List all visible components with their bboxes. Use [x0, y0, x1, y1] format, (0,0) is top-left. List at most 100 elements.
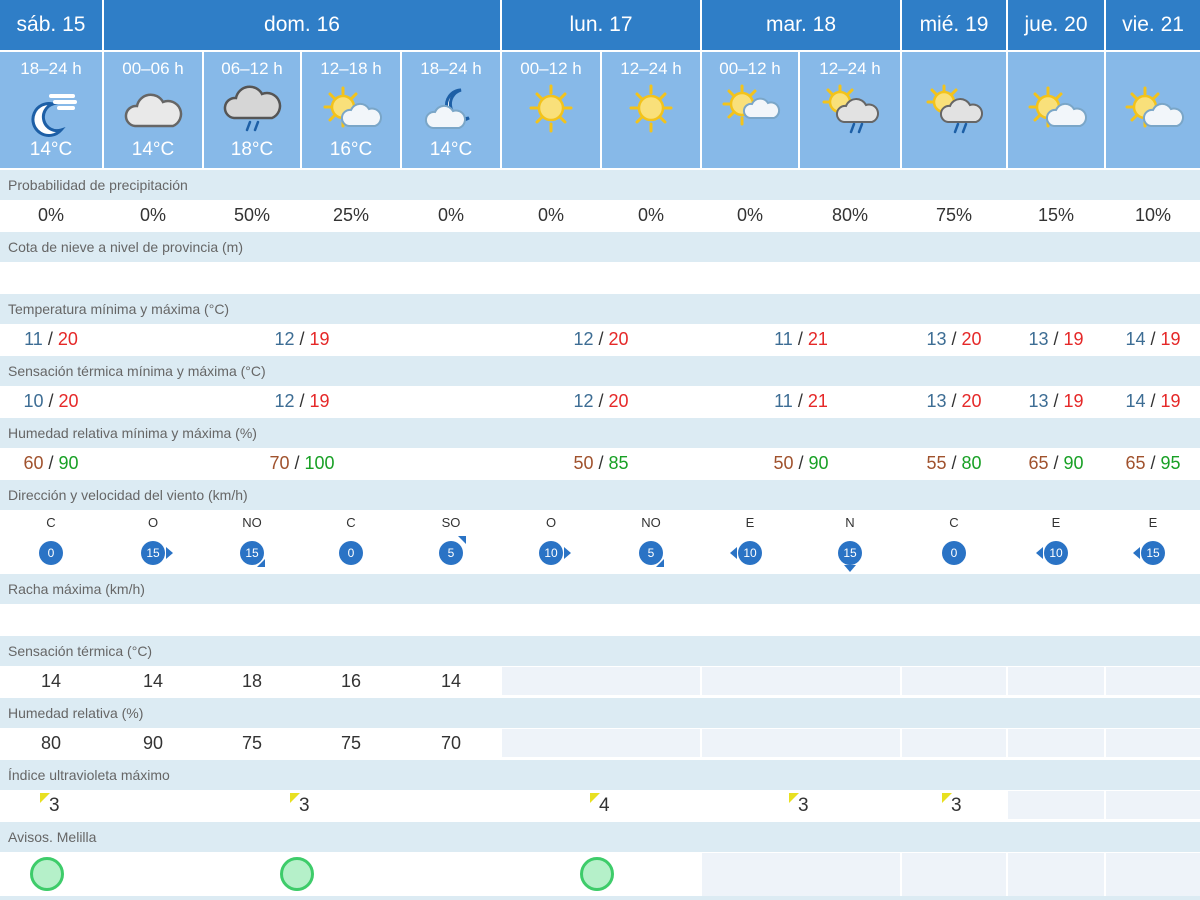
snow-cell [702, 263, 798, 291]
row-label-band: Dirección y velocidad del viento (km/h) [0, 480, 1200, 510]
feels-minmax-cell: 12 / 19 [104, 387, 500, 415]
hum-min: 65 [1125, 452, 1146, 473]
temp-minmax-cell: 11 / 20 [0, 325, 102, 353]
day-header: mié. 19 [902, 0, 1006, 50]
wind-direction: NO [641, 515, 661, 530]
hum-minmax-cell: 55 / 80 [902, 449, 1006, 477]
snow-cell [800, 263, 900, 291]
snow-cell [1008, 263, 1104, 291]
warning-green-icon[interactable] [580, 857, 614, 891]
hum-minmax-cell: 65 / 90 [1008, 449, 1104, 477]
warning-green-icon[interactable] [280, 857, 314, 891]
gust-cell [402, 605, 500, 633]
gust-cell [1106, 605, 1200, 633]
sun-icon [619, 82, 683, 138]
period-time: 00–12 h [719, 59, 781, 78]
wind-direction: N [845, 515, 855, 530]
row-label-band: Cota de nieve a nivel de provincia (m) [0, 232, 1200, 262]
uv-value: 3 [49, 795, 60, 816]
wind-speed-badge: 5 [439, 541, 463, 565]
row-label-band: Humedad relativa mínima y máxima (%) [0, 418, 1200, 448]
hum-period-cell: 70 [402, 729, 500, 757]
period-time: 12–24 h [620, 59, 682, 78]
sun-icon [519, 82, 583, 138]
hum-max: 90 [1063, 452, 1084, 473]
empty-cell [702, 729, 900, 757]
wind-cell: C 0 [302, 511, 400, 573]
gust-cell [502, 605, 600, 633]
precip-cell: 50% [204, 201, 300, 229]
wind-cell: O 10 [502, 511, 600, 573]
hum-minmax-cell: 60 / 90 [0, 449, 102, 477]
wind-cell: E 10 [1008, 511, 1104, 573]
empty-cell [1008, 729, 1104, 757]
moon-cloud-icon [419, 82, 483, 138]
period-temp: 14°C [429, 139, 473, 160]
warning-green-icon[interactable] [30, 857, 64, 891]
temp-minmax-cell: 13 / 19 [1008, 325, 1104, 353]
temp-min: 11 [774, 328, 793, 349]
day-header: vie. 21 [1106, 0, 1200, 50]
gust-cell [204, 605, 300, 633]
temp-max: 19 [1160, 328, 1181, 349]
row-label-band: Sensación térmica mínima y máxima (°C) [0, 356, 1200, 386]
hum-max: 85 [608, 452, 629, 473]
period-temp: 14°C [29, 139, 73, 160]
row-label: Sensación térmica (°C) [8, 643, 153, 659]
snow-cell [602, 263, 700, 291]
wind-speed-badge: 10 [738, 541, 762, 565]
period-header [1106, 52, 1200, 168]
temp-max: 20 [57, 328, 78, 349]
row-label-band: Temperatura mínima y máxima (°C) [0, 294, 1200, 324]
row-label: Cota de nieve a nivel de provincia (m) [8, 239, 244, 255]
row-label-band: Avisos. Melilla [0, 822, 1200, 852]
feels-max: 19 [1063, 390, 1084, 411]
empty-cell [902, 729, 1006, 757]
hum-minmax-cell: 65 / 95 [1106, 449, 1200, 477]
day-header: dom. 16 [104, 0, 500, 50]
feels-max: 20 [961, 390, 982, 411]
sun-cloud-icon [319, 82, 383, 138]
wind-speed-badge: 15 [838, 541, 862, 565]
wind-cell: C 0 [902, 511, 1006, 573]
snow-cell [502, 263, 600, 291]
period-time: 18–24 h [420, 59, 482, 78]
wind-cell: NO 15 [204, 511, 300, 573]
temp-min: 14 [1125, 328, 1146, 349]
feels-min: 13 [1028, 390, 1049, 411]
period-time: 18–24 h [20, 59, 82, 78]
hum-min: 55 [926, 452, 947, 473]
hum-min: 65 [1028, 452, 1049, 473]
sun-cloud-icon [1121, 82, 1185, 138]
period-header: 12–24 h [602, 52, 700, 168]
feels-period-cell: 14 [402, 667, 500, 695]
wind-cell: NO 5 [602, 511, 700, 573]
row-label-band: Sensación térmica (°C) [0, 636, 1200, 666]
period-header: 00–12 h [702, 52, 798, 168]
feels-min: 13 [926, 390, 947, 411]
period-header: 00–06 h 14°C [104, 52, 202, 168]
wind-cell: E 15 [1106, 511, 1200, 573]
feels-min: 12 [573, 390, 594, 411]
feels-minmax-cell: 14 / 19 [1106, 387, 1200, 415]
period-time: 06–12 h [221, 59, 283, 78]
gust-cell [1008, 605, 1104, 633]
wind-speed-badge: 10 [1044, 541, 1068, 565]
empty-cell [902, 853, 1006, 896]
empty-cell [502, 729, 700, 757]
wind-arrow-icon [656, 559, 664, 567]
precip-cell: 75% [902, 201, 1006, 229]
hum-min: 50 [773, 452, 794, 473]
wind-speed-badge: 15 [1141, 541, 1165, 565]
day-header: jue. 20 [1008, 0, 1104, 50]
sun-cloud-icon [1024, 82, 1088, 138]
precip-cell: 10% [1106, 201, 1200, 229]
wind-cell: N 15 [800, 511, 900, 573]
snow-cell [1106, 263, 1200, 291]
snow-cell [0, 263, 102, 291]
precip-cell: 0% [402, 201, 500, 229]
period-time: 12–18 h [320, 59, 382, 78]
snow-cell [902, 263, 1006, 291]
gust-cell [104, 605, 202, 633]
uv-value: 4 [599, 795, 610, 816]
